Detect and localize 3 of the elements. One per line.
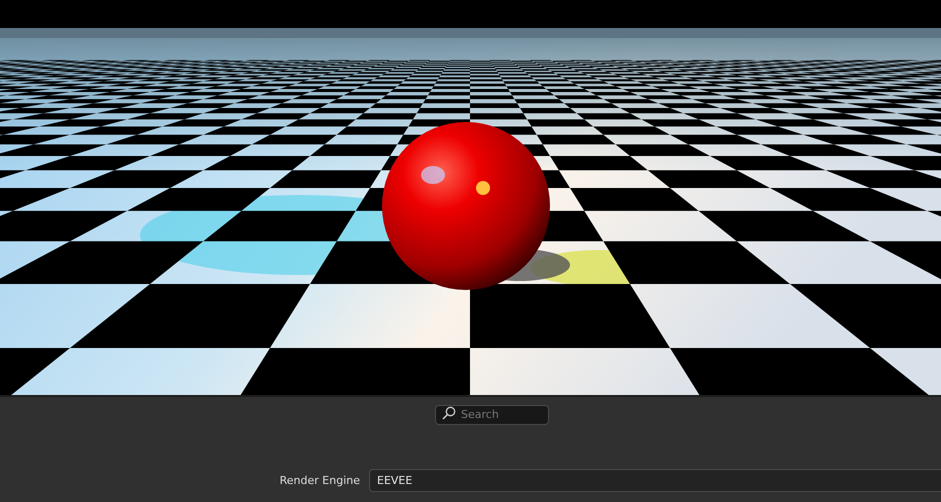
search-field[interactable]: Search	[435, 404, 549, 424]
property-label: Render Engine	[278, 474, 361, 487]
render-engine-dropdown[interactable]: EEVEE	[369, 469, 941, 492]
